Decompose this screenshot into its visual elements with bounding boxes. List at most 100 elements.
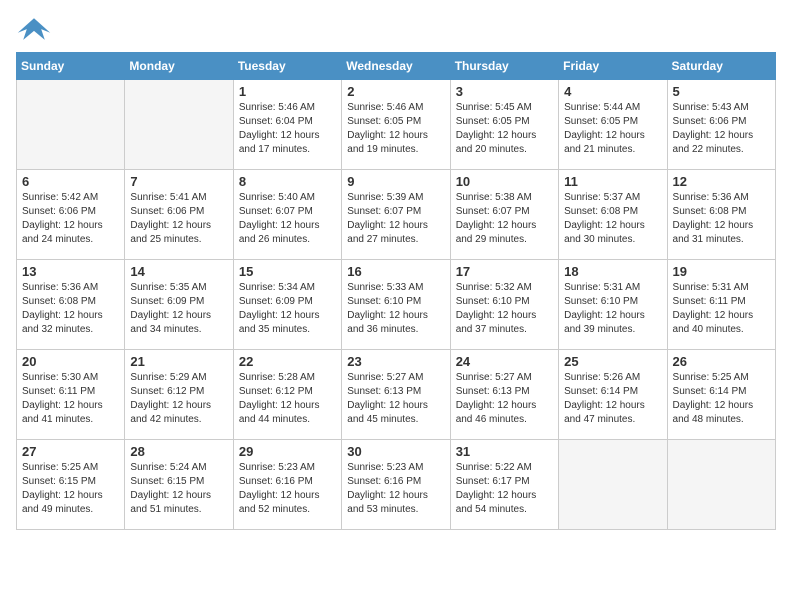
day-cell: 26 Sunrise: 5:25 AM Sunset: 6:14 PM Dayli… <box>667 350 775 440</box>
column-header-thursday: Thursday <box>450 53 558 80</box>
day-number: 13 <box>22 264 119 279</box>
day-info: Sunrise: 5:45 AM Sunset: 6:05 PM Dayligh… <box>456 101 553 157</box>
day-info: Sunrise: 5:33 AM Sunset: 6:10 PM Dayligh… <box>347 281 444 337</box>
day-cell: 14 Sunrise: 5:35 AM Sunset: 6:09 PM Dayli… <box>125 260 233 350</box>
day-info: Sunrise: 5:30 AM Sunset: 6:11 PM Dayligh… <box>22 371 119 427</box>
day-cell: 6 Sunrise: 5:42 AM Sunset: 6:06 PM Daylig… <box>17 170 125 260</box>
day-cell: 11 Sunrise: 5:37 AM Sunset: 6:08 PM Dayli… <box>559 170 667 260</box>
day-number: 29 <box>239 444 336 459</box>
day-cell: 30 Sunrise: 5:23 AM Sunset: 6:16 PM Dayli… <box>342 440 450 530</box>
day-info: Sunrise: 5:37 AM Sunset: 6:08 PM Dayligh… <box>564 191 661 247</box>
day-info: Sunrise: 5:35 AM Sunset: 6:09 PM Dayligh… <box>130 281 227 337</box>
header-row: SundayMondayTuesdayWednesdayThursdayFrid… <box>17 53 776 80</box>
week-row-1: 1 Sunrise: 5:46 AM Sunset: 6:04 PM Daylig… <box>17 80 776 170</box>
page-header <box>16 16 776 44</box>
day-info: Sunrise: 5:23 AM Sunset: 6:16 PM Dayligh… <box>347 461 444 517</box>
day-number: 12 <box>673 174 770 189</box>
day-cell: 8 Sunrise: 5:40 AM Sunset: 6:07 PM Daylig… <box>233 170 341 260</box>
day-number: 15 <box>239 264 336 279</box>
day-cell: 19 Sunrise: 5:31 AM Sunset: 6:11 PM Dayli… <box>667 260 775 350</box>
day-number: 28 <box>130 444 227 459</box>
day-info: Sunrise: 5:46 AM Sunset: 6:05 PM Dayligh… <box>347 101 444 157</box>
day-number: 31 <box>456 444 553 459</box>
logo <box>16 16 58 44</box>
calendar-header: SundayMondayTuesdayWednesdayThursdayFrid… <box>17 53 776 80</box>
day-number: 7 <box>130 174 227 189</box>
day-info: Sunrise: 5:31 AM Sunset: 6:11 PM Dayligh… <box>673 281 770 337</box>
day-number: 8 <box>239 174 336 189</box>
day-info: Sunrise: 5:25 AM Sunset: 6:15 PM Dayligh… <box>22 461 119 517</box>
day-cell <box>559 440 667 530</box>
day-number: 23 <box>347 354 444 369</box>
day-cell: 1 Sunrise: 5:46 AM Sunset: 6:04 PM Daylig… <box>233 80 341 170</box>
day-info: Sunrise: 5:32 AM Sunset: 6:10 PM Dayligh… <box>456 281 553 337</box>
column-header-sunday: Sunday <box>17 53 125 80</box>
day-cell: 20 Sunrise: 5:30 AM Sunset: 6:11 PM Dayli… <box>17 350 125 440</box>
day-cell <box>125 80 233 170</box>
logo-icon <box>16 16 52 44</box>
day-number: 3 <box>456 84 553 99</box>
day-info: Sunrise: 5:31 AM Sunset: 6:10 PM Dayligh… <box>564 281 661 337</box>
day-info: Sunrise: 5:26 AM Sunset: 6:14 PM Dayligh… <box>564 371 661 427</box>
day-number: 1 <box>239 84 336 99</box>
day-number: 4 <box>564 84 661 99</box>
day-cell: 25Sunrise: 5:26 AM Sunset: 6:14 PM Dayli… <box>559 350 667 440</box>
day-number: 18 <box>564 264 661 279</box>
day-number: 21 <box>130 354 227 369</box>
day-number: 16 <box>347 264 444 279</box>
day-cell: 7 Sunrise: 5:41 AM Sunset: 6:06 PM Daylig… <box>125 170 233 260</box>
calendar-table: SundayMondayTuesdayWednesdayThursdayFrid… <box>16 52 776 530</box>
day-cell: 24Sunrise: 5:27 AM Sunset: 6:13 PM Dayli… <box>450 350 558 440</box>
day-number: 17 <box>456 264 553 279</box>
day-info: Sunrise: 5:29 AM Sunset: 6:12 PM Dayligh… <box>130 371 227 427</box>
day-number: 26 <box>673 354 770 369</box>
day-number: 27 <box>22 444 119 459</box>
day-info: Sunrise: 5:36 AM Sunset: 6:08 PM Dayligh… <box>673 191 770 247</box>
day-info: Sunrise: 5:28 AM Sunset: 6:12 PM Dayligh… <box>239 371 336 427</box>
day-number: 30 <box>347 444 444 459</box>
column-header-tuesday: Tuesday <box>233 53 341 80</box>
day-number: 5 <box>673 84 770 99</box>
day-number: 10 <box>456 174 553 189</box>
column-header-saturday: Saturday <box>667 53 775 80</box>
day-info: Sunrise: 5:22 AM Sunset: 6:17 PM Dayligh… <box>456 461 553 517</box>
day-cell: 4 Sunrise: 5:44 AM Sunset: 6:05 PM Daylig… <box>559 80 667 170</box>
day-info: Sunrise: 5:40 AM Sunset: 6:07 PM Dayligh… <box>239 191 336 247</box>
week-row-3: 13Sunrise: 5:36 AM Sunset: 6:08 PM Dayli… <box>17 260 776 350</box>
day-cell: 27 Sunrise: 5:25 AM Sunset: 6:15 PM Dayli… <box>17 440 125 530</box>
day-cell <box>667 440 775 530</box>
day-info: Sunrise: 5:44 AM Sunset: 6:05 PM Dayligh… <box>564 101 661 157</box>
day-info: Sunrise: 5:23 AM Sunset: 6:16 PM Dayligh… <box>239 461 336 517</box>
day-cell: 18 Sunrise: 5:31 AM Sunset: 6:10 PM Dayli… <box>559 260 667 350</box>
day-number: 6 <box>22 174 119 189</box>
week-row-4: 20 Sunrise: 5:30 AM Sunset: 6:11 PM Dayli… <box>17 350 776 440</box>
column-header-friday: Friday <box>559 53 667 80</box>
day-number: 9 <box>347 174 444 189</box>
day-info: Sunrise: 5:43 AM Sunset: 6:06 PM Dayligh… <box>673 101 770 157</box>
week-row-5: 27 Sunrise: 5:25 AM Sunset: 6:15 PM Dayli… <box>17 440 776 530</box>
day-number: 14 <box>130 264 227 279</box>
calendar-body: 1 Sunrise: 5:46 AM Sunset: 6:04 PM Daylig… <box>17 80 776 530</box>
day-number: 20 <box>22 354 119 369</box>
day-number: 19 <box>673 264 770 279</box>
column-header-wednesday: Wednesday <box>342 53 450 80</box>
day-cell: 21 Sunrise: 5:29 AM Sunset: 6:12 PM Dayli… <box>125 350 233 440</box>
day-info: Sunrise: 5:27 AM Sunset: 6:13 PM Dayligh… <box>347 371 444 427</box>
day-number: 22 <box>239 354 336 369</box>
day-cell: 16 Sunrise: 5:33 AM Sunset: 6:10 PM Dayli… <box>342 260 450 350</box>
day-cell: 10Sunrise: 5:38 AM Sunset: 6:07 PM Dayli… <box>450 170 558 260</box>
day-number: 24 <box>456 354 553 369</box>
day-info: Sunrise: 5:42 AM Sunset: 6:06 PM Dayligh… <box>22 191 119 247</box>
day-info: Sunrise: 5:46 AM Sunset: 6:04 PM Dayligh… <box>239 101 336 157</box>
day-cell: 12 Sunrise: 5:36 AM Sunset: 6:08 PM Dayli… <box>667 170 775 260</box>
day-cell: 9 Sunrise: 5:39 AM Sunset: 6:07 PM Daylig… <box>342 170 450 260</box>
day-info: Sunrise: 5:25 AM Sunset: 6:14 PM Dayligh… <box>673 371 770 427</box>
day-info: Sunrise: 5:41 AM Sunset: 6:06 PM Dayligh… <box>130 191 227 247</box>
day-number: 11 <box>564 174 661 189</box>
day-cell: 22 Sunrise: 5:28 AM Sunset: 6:12 PM Dayli… <box>233 350 341 440</box>
day-cell: 23 Sunrise: 5:27 AM Sunset: 6:13 PM Dayli… <box>342 350 450 440</box>
day-cell <box>17 80 125 170</box>
day-cell: 17 Sunrise: 5:32 AM Sunset: 6:10 PM Dayli… <box>450 260 558 350</box>
day-info: Sunrise: 5:39 AM Sunset: 6:07 PM Dayligh… <box>347 191 444 247</box>
day-info: Sunrise: 5:34 AM Sunset: 6:09 PM Dayligh… <box>239 281 336 337</box>
